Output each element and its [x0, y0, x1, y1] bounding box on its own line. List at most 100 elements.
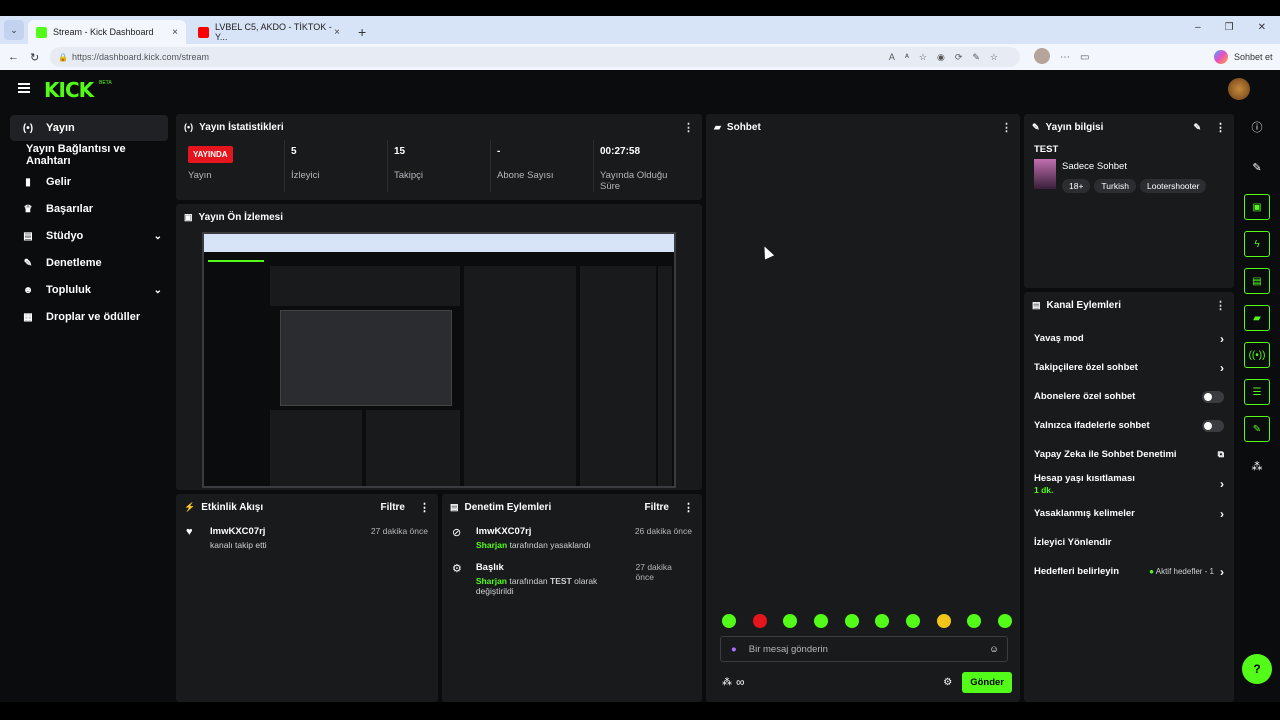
moderator-name[interactable]: Sharjan	[476, 540, 507, 550]
emote-bar	[722, 614, 1012, 628]
copilot-icon[interactable]	[1214, 50, 1228, 64]
notes-icon[interactable]: ▤	[1244, 268, 1270, 294]
community-icon: ☻	[22, 284, 34, 296]
close-window-icon[interactable]: ✕	[1258, 22, 1266, 33]
lightning-icon[interactable]: ϟ	[1244, 231, 1270, 257]
more-options-icon[interactable]: ⋮	[683, 121, 694, 134]
minimize-icon[interactable]: –	[1195, 22, 1201, 33]
community-icon[interactable]: ⁂	[1244, 453, 1270, 479]
url-field[interactable]: 🔒 https://dashboard.kick.com/stream Aᴬ☆◉…	[50, 47, 1020, 67]
action-banned-words[interactable]: Yasaklanmış kelimeler ›	[1024, 499, 1234, 528]
tag-pill[interactable]: Turkish	[1094, 179, 1136, 193]
emote-icon[interactable]	[722, 614, 736, 628]
toggle-switch[interactable]	[1202, 419, 1224, 432]
chat-input[interactable]: ● Bir mesaj gönderin ☺	[720, 636, 1008, 662]
sidebar: (•) Yayın Yayın Bağlantısı ve Anahtarı ▮ G…	[4, 114, 174, 331]
profile-avatar[interactable]	[1034, 48, 1050, 64]
panel-title: Sohbet	[726, 121, 761, 133]
action-goals[interactable]: Hedefleri belirleyin ● Aktif hedefler - 1…	[1024, 557, 1234, 586]
tab-kick-dashboard[interactable]: Stream - Kick Dashboard ×	[28, 20, 186, 44]
window-controls: – ❐ ✕	[1195, 22, 1266, 33]
screen-capture-icon[interactable]: ▣	[1244, 194, 1270, 220]
sidebar-item-label: Topluluk	[46, 284, 92, 296]
tag-pill[interactable]: 18+	[1062, 179, 1091, 193]
tab-youtube[interactable]: LVBEL C5, AKDO - TİKTOK - Y... ×	[190, 20, 348, 44]
sidebar-item-revenue[interactable]: ▮ Gelir	[10, 169, 168, 195]
stat-value: 15	[394, 146, 406, 157]
preview-video[interactable]	[202, 232, 676, 488]
chat-settings-icon[interactable]: ⁂	[722, 677, 732, 688]
close-tab-icon[interactable]: ×	[334, 27, 340, 38]
filter-button[interactable]: Filtre	[645, 502, 669, 513]
more-options-icon[interactable]: ⋮	[419, 501, 430, 514]
chat-bubble-icon[interactable]: ▰	[1244, 305, 1270, 331]
sidebar-item-drops[interactable]: ▦ Droplar ve ödüller	[10, 304, 168, 330]
send-button[interactable]: Gönder	[962, 671, 1012, 693]
goals-status-text: Aktif hedefler - 1	[1155, 567, 1214, 576]
toggle-switch[interactable]	[1202, 390, 1224, 403]
sidebar-item-studio[interactable]: ▤ Stüdyo ⌄	[10, 223, 168, 249]
infinity-icon[interactable]: ∞	[736, 675, 745, 689]
action-account-age[interactable]: Hesap yaşı kısıtlaması 1 dk. ›	[1024, 469, 1234, 499]
wrench-icon[interactable]: ✎	[1244, 416, 1270, 442]
edit-icon[interactable]: ✎	[1244, 154, 1270, 180]
emote-icon[interactable]	[905, 614, 920, 628]
hamburger-menu-icon[interactable]	[18, 83, 30, 93]
activity-user[interactable]: ImwKXC07rj	[210, 526, 267, 537]
emote-icon[interactable]	[967, 614, 982, 628]
category-name[interactable]: Sadece Sohbet	[1062, 161, 1210, 172]
site-info-icon[interactable]: 🔒	[58, 53, 68, 62]
more-options-icon[interactable]: ⋮	[683, 501, 694, 514]
more-options-icon[interactable]: ⋮	[1001, 121, 1012, 134]
maximize-icon[interactable]: ❐	[1225, 22, 1234, 33]
action-raid[interactable]: İzleyici Yönlendir	[1024, 528, 1234, 557]
tag-pill[interactable]: Lootershooter	[1139, 179, 1207, 193]
panel-title: Kanal Eylemleri	[1046, 299, 1121, 311]
emoji-icon[interactable]: ☺	[989, 644, 999, 655]
action-ai-moderation[interactable]: Yapay Zeka ile Sohbet Denetimi ⧉	[1024, 440, 1234, 469]
sidebar-item-community[interactable]: ☻ Topluluk ⌄	[10, 277, 168, 303]
sidebar-item-stream[interactable]: (•) Yayın	[10, 115, 168, 141]
moderator-name[interactable]: Sharjan	[476, 576, 507, 586]
reload-icon[interactable]: ↻	[30, 51, 39, 64]
category-thumbnail[interactable]	[1034, 159, 1056, 189]
action-slow-mode[interactable]: Yavaş mod ›	[1024, 324, 1234, 353]
emote-icon[interactable]	[875, 614, 890, 628]
emote-icon[interactable]	[813, 614, 828, 628]
help-button[interactable]: ?	[1242, 654, 1272, 684]
more-options-icon[interactable]: ⋮	[1215, 121, 1226, 134]
sidebar-item-stream-key[interactable]: Yayın Bağlantısı ve Anahtarı	[10, 142, 168, 168]
emote-icon[interactable]	[844, 614, 859, 628]
emote-icon[interactable]	[936, 614, 951, 628]
back-icon[interactable]: ←	[8, 51, 19, 63]
panel-header: ✎ Yayın bilgisi ✎ ⋮	[1024, 114, 1234, 140]
close-tab-icon[interactable]: ×	[172, 27, 178, 38]
emote-icon[interactable]	[783, 614, 798, 628]
emote-icon[interactable]	[997, 614, 1012, 628]
more-icon[interactable]: ⋯▭	[1060, 52, 1099, 63]
more-options-icon[interactable]: ⋮	[1215, 299, 1226, 312]
stat-label: Yayın	[188, 170, 212, 181]
tab-menu-button[interactable]: ⌄	[4, 20, 24, 40]
activity-time: 27 dakika önce	[370, 526, 428, 536]
chat-profile-label[interactable]: Sohbet et	[1234, 52, 1273, 62]
sidebar-item-moderation[interactable]: ✎ Denetleme	[10, 250, 168, 276]
edit-icon[interactable]: ✎	[1193, 122, 1201, 133]
info-icon[interactable]: ⓘ	[1244, 114, 1270, 140]
layers-icon[interactable]: ☰	[1244, 379, 1270, 405]
sidebar-item-achievements[interactable]: ♛ Başarılar	[10, 196, 168, 222]
microphone-icon[interactable]: ●	[731, 644, 737, 655]
chart-icon: ▮	[25, 176, 31, 188]
chevron-right-icon: ›	[1220, 360, 1224, 375]
chevron-down-icon[interactable]: ⌄	[154, 231, 162, 242]
filter-button[interactable]: Filtre	[381, 502, 405, 513]
kick-logo[interactable]: KICK	[44, 78, 94, 102]
new-tab-button[interactable]: +	[358, 24, 366, 40]
broadcast-icon[interactable]: ((•))	[1244, 342, 1270, 368]
emote-icon[interactable]	[752, 614, 767, 628]
user-avatar[interactable]	[1228, 78, 1250, 100]
gear-icon[interactable]: ⚙	[943, 677, 952, 688]
chevron-down-icon[interactable]: ⌄	[154, 285, 162, 296]
gift-icon: ▦	[23, 311, 33, 323]
action-followers-only[interactable]: Takipçilere özel sohbet ›	[1024, 353, 1234, 382]
